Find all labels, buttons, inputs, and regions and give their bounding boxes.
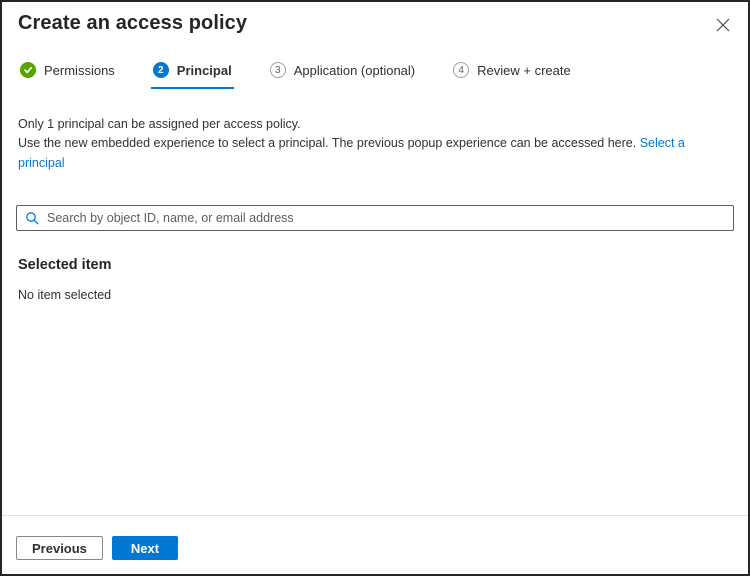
info-line-1: Only 1 principal can be assigned per acc… xyxy=(18,115,732,134)
step-label: Review + create xyxy=(477,63,571,78)
close-button[interactable] xyxy=(712,14,734,36)
principal-search-box[interactable] xyxy=(16,205,734,231)
selected-item-heading: Selected item xyxy=(2,257,748,273)
step-tab-permissions[interactable]: Permissions xyxy=(18,60,117,89)
step-tab-review-create[interactable]: 4 Review + create xyxy=(451,60,573,89)
step-number-icon: 4 xyxy=(453,62,469,78)
create-access-policy-dialog: Create an access policy Permissions 2 Pr… xyxy=(0,0,750,576)
step-tab-principal[interactable]: 2 Principal xyxy=(151,60,234,89)
search-input[interactable] xyxy=(47,211,725,225)
step-label: Application (optional) xyxy=(294,63,415,78)
page-title: Create an access policy xyxy=(18,12,247,35)
step-number-icon: 2 xyxy=(153,62,169,78)
close-icon xyxy=(716,20,730,35)
step-label: Permissions xyxy=(44,63,115,78)
wizard-steps: Permissions 2 Principal 3 Application (o… xyxy=(2,60,748,89)
search-icon xyxy=(25,211,39,225)
info-line-2: Use the new embedded experience to selec… xyxy=(18,134,732,173)
no-item-selected-text: No item selected xyxy=(2,288,748,302)
step-label: Principal xyxy=(177,63,232,78)
dialog-footer: Previous Next xyxy=(2,515,748,574)
step-tab-application[interactable]: 3 Application (optional) xyxy=(268,60,417,89)
previous-button[interactable]: Previous xyxy=(16,536,103,560)
dialog-header: Create an access policy xyxy=(2,2,748,36)
step-number-icon: 3 xyxy=(270,62,286,78)
check-icon xyxy=(20,62,36,78)
next-button[interactable]: Next xyxy=(112,536,178,560)
principal-info-text: Only 1 principal can be assigned per acc… xyxy=(2,115,748,173)
